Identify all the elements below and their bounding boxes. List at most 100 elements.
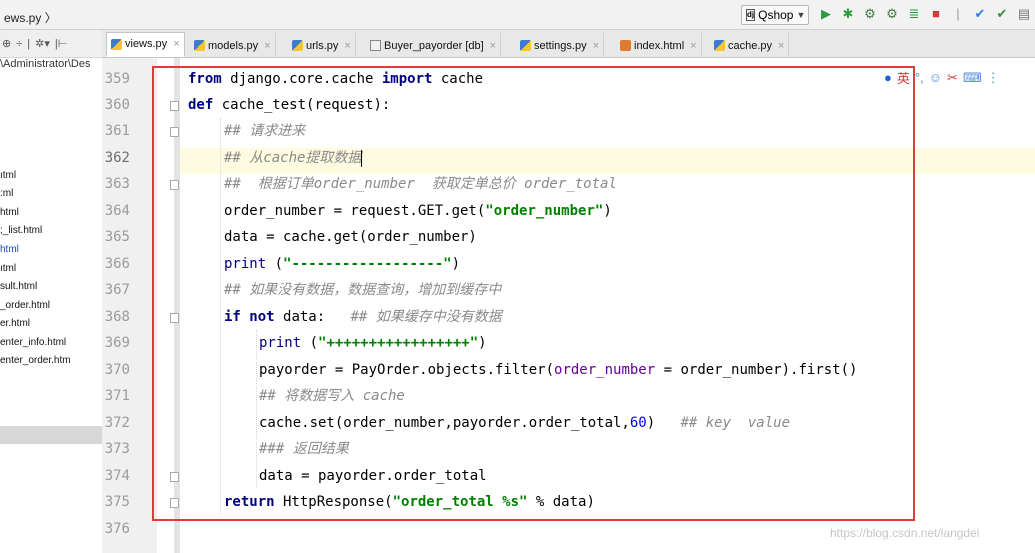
fold-marker-icon[interactable]: [170, 313, 179, 323]
line-number: 373: [104, 441, 130, 457]
project-file-item[interactable]: er.html: [0, 318, 30, 329]
fold-marker-icon[interactable]: [170, 101, 179, 111]
coverage-icon[interactable]: ⚙: [862, 6, 878, 22]
line-number: 366: [104, 256, 130, 272]
ime-menu-icon[interactable]: ⋮: [987, 70, 1000, 86]
fold-marker-icon[interactable]: [170, 498, 179, 508]
code-line: print ("------------------"): [224, 251, 460, 277]
tab-label: settings.py: [534, 39, 587, 52]
project-file-item[interactable]: enter_info.html: [0, 337, 66, 348]
code-line: payorder = PayOrder.objects.filter(order…: [259, 357, 857, 383]
code-token: django.core.cache: [221, 71, 382, 87]
code-comment: ## 如果缓存中没有数据: [350, 309, 502, 325]
project-toolbar-item[interactable]: ✲▾: [35, 37, 50, 50]
tasks-icon[interactable]: ≣: [906, 6, 922, 22]
line-number: 362: [104, 150, 130, 166]
project-toolbar-item[interactable]: |⊢: [55, 37, 67, 50]
close-icon[interactable]: ×: [593, 40, 599, 52]
code-token: =: [655, 362, 681, 378]
fold-marker-icon[interactable]: [170, 127, 179, 137]
code-line: return HttpResponse("order_total %s" % d…: [224, 489, 595, 515]
tab-label: Buyer_payorder [db]: [384, 39, 484, 52]
db-table-icon: [370, 40, 381, 51]
ime-lang-icon[interactable]: 英: [897, 68, 910, 87]
close-icon[interactable]: ×: [778, 40, 784, 52]
project-toolbar: ⊕ ÷ | ✲▾ |⊢: [0, 30, 102, 58]
line-number: 375: [104, 494, 130, 510]
tab-views-py[interactable]: views.py ×: [106, 32, 185, 57]
vcs-history-icon[interactable]: ▤: [1016, 6, 1032, 22]
code-token: ): [646, 415, 681, 431]
code-string: "order_number": [485, 203, 604, 219]
tab-settings-py[interactable]: settings.py ×: [516, 33, 605, 58]
stop-icon[interactable]: ■: [928, 6, 944, 22]
text-caret: [361, 149, 363, 167]
ime-emoji-icon[interactable]: ☺: [929, 70, 942, 85]
close-icon[interactable]: ×: [344, 40, 350, 52]
code-comment: ## 从cache提取数据: [224, 150, 362, 166]
project-horizontal-scrollbar[interactable]: [0, 426, 102, 444]
fold-marker-icon[interactable]: [170, 472, 179, 482]
project-root-path[interactable]: \Administrator\Des: [0, 58, 90, 70]
ime-user-icon[interactable]: ●: [884, 70, 892, 85]
watermark: https://blog.csdn.net/langdei: [830, 526, 980, 540]
tab-label: cache.py: [728, 39, 773, 52]
indent-guide: [256, 330, 257, 488]
tab-buyer-payorder-db[interactable]: Buyer_payorder [db] ×: [366, 33, 502, 58]
project-file-item[interactable]: html: [0, 244, 19, 255]
line-number: 369: [104, 335, 130, 351]
close-icon[interactable]: ×: [264, 40, 270, 52]
profile-icon[interactable]: ⚙: [884, 6, 900, 22]
project-file-item[interactable]: enter_order.htm: [0, 355, 71, 366]
ime-punct-icon[interactable]: °,: [915, 70, 924, 85]
code-string: "+++++++++++++++++": [318, 335, 479, 351]
project-file-item[interactable]: ;_list.html: [0, 225, 42, 236]
tab-models-py[interactable]: models.py ×: [190, 33, 276, 58]
project-toolbar-item[interactable]: ÷: [16, 38, 22, 50]
ime-tools-icon[interactable]: ✂: [947, 70, 958, 86]
project-panel: \Administrator\Des ıtml :ml html ;_list.…: [0, 58, 102, 553]
tab-cache-py[interactable]: cache.py ×: [710, 33, 790, 58]
vcs-update-icon[interactable]: ✔: [972, 6, 988, 22]
line-number: 361: [104, 123, 130, 139]
line-number: 370: [104, 362, 130, 378]
tab-label: index.html: [634, 39, 685, 52]
close-icon[interactable]: ×: [173, 38, 179, 50]
tab-index-html[interactable]: index.html ×: [616, 33, 702, 58]
project-file-item[interactable]: ıtml: [0, 263, 16, 274]
code-token: order_number = request.GET.get(: [224, 203, 486, 219]
code-comment: ## key value: [680, 415, 791, 431]
tab-label: urls.py: [306, 39, 339, 52]
code-token: % data): [527, 494, 595, 510]
breadcrumb[interactable]: ews.py 〉: [4, 9, 57, 26]
run-icon[interactable]: ▶: [818, 6, 834, 22]
vcs-commit-icon[interactable]: ✔: [994, 6, 1010, 22]
code-token: import: [381, 71, 433, 87]
code-line: ## 从cache提取数据: [224, 145, 363, 171]
tab-urls-py[interactable]: urls.py ×: [288, 33, 356, 58]
code-area[interactable]: from django.core.cache import cache def …: [180, 58, 1035, 553]
project-toolbar-item[interactable]: ⊕: [2, 37, 11, 50]
close-icon[interactable]: ×: [690, 40, 696, 52]
code-token: payorder = PayOrder.objects.filter(: [259, 362, 555, 378]
project-toolbar-item: |: [27, 37, 31, 50]
code-line: order_number = request.GET.get("order_nu…: [224, 198, 612, 224]
ime-keyboard-icon[interactable]: ⌨: [963, 70, 982, 86]
project-file-item[interactable]: sult.html: [0, 281, 37, 292]
project-file-item[interactable]: html: [0, 207, 19, 218]
line-number: 363: [104, 176, 130, 192]
code-editor[interactable]: 359 360 361 362 363 364 365 366 367 368 …: [102, 58, 1035, 553]
tab-label: views.py: [125, 38, 168, 50]
fold-marker-icon[interactable]: [170, 180, 179, 190]
debug-icon[interactable]: ✱: [840, 6, 856, 22]
line-number: 360: [104, 97, 130, 113]
close-icon[interactable]: ×: [490, 40, 496, 52]
project-file-item[interactable]: ıtml: [0, 170, 16, 181]
line-number: 374: [104, 468, 130, 484]
code-comment: ## 将数据写入 cache: [259, 388, 405, 404]
line-number: 367: [104, 282, 130, 298]
project-file-item[interactable]: :ml: [0, 188, 13, 199]
project-file-item[interactable]: _order.html: [0, 300, 50, 311]
run-config-dropdown[interactable]: dj Qshop ▼: [741, 5, 809, 25]
code-token: from: [188, 71, 222, 87]
